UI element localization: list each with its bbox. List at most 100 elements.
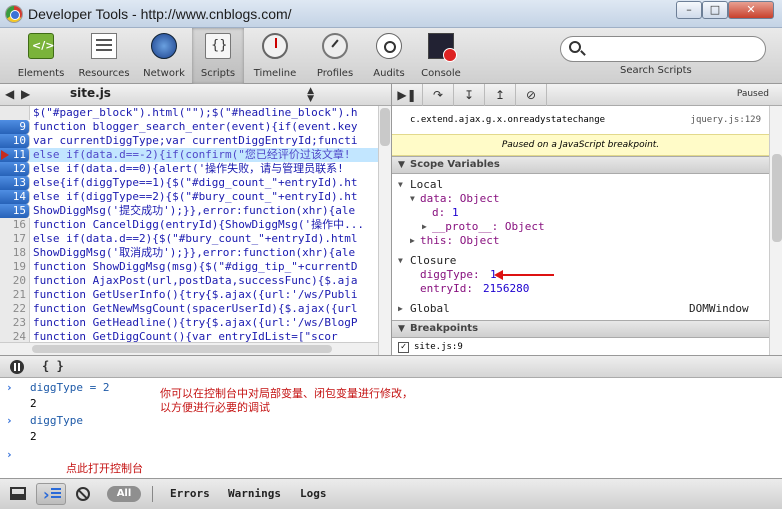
tab-scripts[interactable]: Scripts <box>192 28 244 84</box>
breakpoint-entry[interactable]: ✓ site.js:9 <box>392 340 769 354</box>
search-box[interactable] <box>560 36 766 62</box>
filter-all-button[interactable]: All <box>107 486 141 502</box>
breakpoint-checkbox[interactable]: ✓ <box>398 342 409 353</box>
code-line[interactable]: 16 function CancelDigg(entryId){ShowDigg… <box>0 218 378 232</box>
breakpoints-header[interactable]: ▼ Breakpoints <box>392 320 769 338</box>
sidebar-vertical-scrollbar[interactable] <box>769 106 782 355</box>
tab-elements[interactable]: Elements <box>12 28 70 84</box>
clear-console-icon[interactable] <box>76 487 90 501</box>
dock-icon[interactable] <box>10 487 26 500</box>
breakpoint-marker[interactable]: 10 <box>0 134 30 148</box>
source-header: ◀ ▶ site.js ▲ ▼ <box>0 84 391 106</box>
code-line[interactable]: 21 function GetUserInfo(){try{$.ajax({ur… <box>0 288 378 302</box>
debugger-toolbar: ▶❚ ↷ ↧ ↥ ⊘ Paused <box>392 84 782 106</box>
call-frame[interactable]: c.extend.ajax.g.x.onreadystatechange jqu… <box>392 106 769 134</box>
call-frame-function: c.extend.ajax.g.x.onreadystatechange <box>410 115 606 125</box>
line-number[interactable]: 23 <box>0 316 30 330</box>
show-console-button[interactable] <box>36 483 66 505</box>
code-line[interactable]: 18 ShowDiggMsg('取消成功');}},error:function… <box>0 246 378 260</box>
minimize-button[interactable]: – <box>676 1 702 19</box>
line-number[interactable]: 19 <box>0 260 30 274</box>
scope-variables-header[interactable]: ▼ Scope Variables <box>392 156 769 174</box>
line-number[interactable]: 16 <box>0 218 30 232</box>
code-line[interactable]: 9 function blogger_search_enter(event){i… <box>0 120 378 134</box>
code-line[interactable]: 15 ShowDiggMsg('提交成功');}},error:function… <box>0 204 378 218</box>
line-number[interactable]: 20 <box>0 274 30 288</box>
scope-global[interactable]: ▶ Global DOMWindow <box>392 302 769 316</box>
scope-local[interactable]: ▼ Local <box>392 178 769 192</box>
step-out-button[interactable]: ↥ <box>485 84 516 106</box>
audits-icon <box>376 33 402 59</box>
code-line[interactable]: $("#pager_block").html("");$("#headline_… <box>0 106 378 120</box>
scope-prop-this[interactable]: ▶ this: Object <box>392 234 769 248</box>
code-line[interactable]: 20 function AjaxPost(url,postData,succes… <box>0 274 378 288</box>
breakpoint-marker[interactable]: 13 <box>0 176 30 190</box>
filter-errors-button[interactable]: Errors <box>170 487 210 500</box>
scrollbar-thumb[interactable] <box>772 154 782 242</box>
tab-timeline[interactable]: Timeline <box>248 28 302 84</box>
maximize-button[interactable]: □ <box>702 1 728 19</box>
scrollbar-thumb[interactable] <box>32 345 332 353</box>
pretty-print-button[interactable]: { } <box>42 359 64 373</box>
expand-triangle-icon: ▼ <box>410 194 415 203</box>
pause-on-exceptions-icon[interactable] <box>10 360 24 374</box>
tab-network[interactable]: Network <box>138 28 190 84</box>
line-number[interactable]: 17 <box>0 232 30 246</box>
file-select-label: site.js <box>70 86 111 100</box>
code-line[interactable]: 13 else{if(diggType==1){$("#digg_count_"… <box>0 176 378 190</box>
line-number[interactable]: 18 <box>0 246 30 260</box>
search-icon <box>569 41 581 53</box>
call-frame-location[interactable]: jquery.js:129 <box>691 115 761 125</box>
line-number[interactable]: 21 <box>0 288 30 302</box>
code-text: else if(data.d==0){alert('操作失败，请与管理员联系! <box>33 162 344 175</box>
code-text: else if(data.d==2){$("#bury_count_"+entr… <box>33 232 358 245</box>
source-vertical-scrollbar[interactable] <box>378 106 391 355</box>
code-line[interactable]: 14 else if(diggType==2){$("#bury_count_"… <box>0 190 378 204</box>
code-text: function GetNewMsgCount(spacerUserId){$.… <box>33 302 358 315</box>
scripts-icon <box>205 33 231 59</box>
breakpoint-marker[interactable]: 9 <box>0 120 30 134</box>
filter-warnings-button[interactable]: Warnings <box>228 487 281 500</box>
tab-console[interactable]: Console <box>414 28 468 84</box>
code-line[interactable]: 23 function GetHeadline(){try{$.ajax({ur… <box>0 316 378 330</box>
scrollbar-thumb[interactable] <box>380 108 390 146</box>
breakpoint-marker[interactable]: 14 <box>0 190 30 204</box>
prompt-icon: › <box>6 448 13 461</box>
code-line[interactable]: 19 function ShowDiggMsg(msg){$("#digg_ti… <box>0 260 378 274</box>
step-into-button[interactable]: ↧ <box>454 84 485 106</box>
file-select[interactable]: site.js ▲ ▼ <box>70 86 316 104</box>
tab-profiles[interactable]: Profiles <box>306 28 364 84</box>
console-output[interactable]: › diggType = 2 2 › diggType 2 › 你可以在控制台中… <box>0 378 782 478</box>
step-over-button[interactable]: ↷ <box>423 84 454 106</box>
sidebar-content: c.extend.ajax.g.x.onreadystatechange jqu… <box>392 106 769 355</box>
code-text: $("#pager_block").html("");$("#headline_… <box>33 106 358 119</box>
scope-prop-proto[interactable]: ▶ __proto__: Object <box>392 220 769 234</box>
scope-closure[interactable]: ▼ Closure <box>392 254 769 268</box>
scope-prop-entryid[interactable]: entryId: 2156280 <box>392 282 769 296</box>
scope-prop-d[interactable]: d: 1 <box>392 206 769 220</box>
scope-prop-diggtype[interactable]: diggType: 1 <box>392 268 769 282</box>
code-line[interactable]: 17 else if(data.d==2){$("#bury_count_"+e… <box>0 232 378 246</box>
code-line[interactable]: 12 else if(data.d==0){alert('操作失败，请与管理员联… <box>0 162 378 176</box>
breakpoint-marker[interactable]: 12 <box>0 162 30 176</box>
resume-button[interactable]: ▶❚ <box>392 84 423 106</box>
history-back-icon[interactable]: ◀ <box>5 87 14 101</box>
history-forward-icon[interactable]: ▶ <box>21 87 30 101</box>
current-execution-line[interactable]: 11 else if(data.d==-2){if(confirm("您已经评价… <box>0 148 378 162</box>
filter-logs-button[interactable]: Logs <box>300 487 327 500</box>
line-number[interactable] <box>0 106 30 120</box>
search-input[interactable] <box>587 40 757 58</box>
code-line[interactable]: 10 var currentDiggType;var currentDiggEn… <box>0 134 378 148</box>
code-line[interactable]: 22 function GetNewMsgCount(spacerUserId)… <box>0 302 378 316</box>
code-text: function GetHeadline(){try{$.ajax({url:'… <box>33 316 358 329</box>
scope-prop-data[interactable]: ▼ data: Object <box>392 192 769 206</box>
tab-resources[interactable]: Resources <box>72 28 136 84</box>
profiles-icon <box>322 33 348 59</box>
breakpoint-marker[interactable]: 15 <box>0 204 30 218</box>
source-code[interactable]: $("#pager_block").html("");$("#headline_… <box>0 106 391 355</box>
line-number[interactable]: 22 <box>0 302 30 316</box>
tab-audits[interactable]: Audits <box>366 28 412 84</box>
deactivate-breakpoints-button[interactable]: ⊘ <box>516 84 547 106</box>
close-button[interactable]: ✕ <box>728 1 774 19</box>
source-horizontal-scrollbar[interactable] <box>0 342 378 355</box>
